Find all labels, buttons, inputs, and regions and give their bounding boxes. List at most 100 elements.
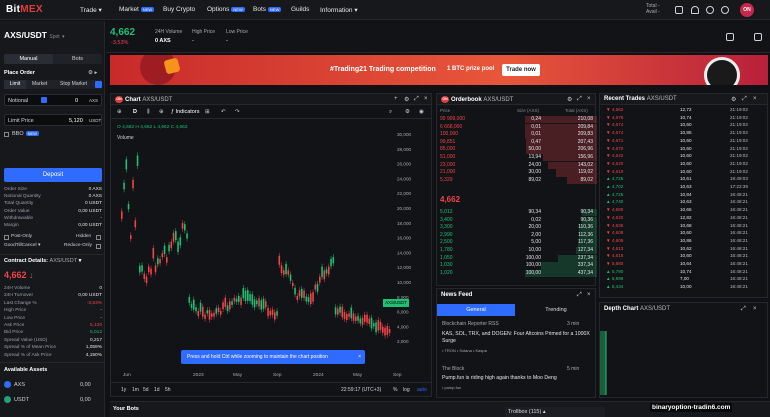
close-icon[interactable]: × — [753, 306, 757, 312]
wallet-icon[interactable] — [675, 6, 683, 14]
bell-icon[interactable] — [691, 6, 699, 14]
timeframe-button[interactable]: 1m — [132, 387, 139, 393]
nav-buy-crypto[interactable]: Buy Crypto — [163, 6, 195, 13]
order-settings-icon[interactable]: ⚙ ▸ — [88, 70, 97, 76]
bid-row[interactable]: 5,012 90,34 90,34 — [437, 209, 597, 217]
ask-row[interactable]: 85,000 50,00 206,96 — [437, 146, 597, 154]
hidden-checkbox[interactable] — [96, 235, 101, 240]
news-tags: • pump.fun — [442, 385, 462, 390]
trade-now-button[interactable]: Trade now — [502, 64, 540, 76]
news-headline[interactable]: KAS, SOL, TRX, and DOGEN: Four Altcoins … — [442, 331, 592, 344]
user-icon[interactable] — [721, 6, 729, 14]
template-icon[interactable]: ⊞ — [205, 109, 210, 115]
your-bots-title[interactable]: Your Bots — [113, 406, 139, 412]
avatar[interactable]: ON — [740, 3, 754, 17]
ask-row[interactable]: 23,000 24,00 143,02 — [437, 161, 597, 169]
symbol-selector[interactable]: AXS/USDT Spot ▾ — [4, 30, 65, 40]
close-icon[interactable]: × — [424, 96, 428, 102]
bid-row[interactable]: 1,020 100,00 437,34 — [437, 269, 597, 278]
plus-circle-icon[interactable]: ⊕ — [117, 109, 122, 115]
post-only-checkbox[interactable] — [4, 235, 9, 240]
notional-input[interactable]: Notional 0 AXS — [4, 94, 102, 106]
close-icon[interactable]: × — [587, 96, 591, 102]
close-icon[interactable]: × — [753, 96, 757, 102]
tab-market[interactable]: Market — [32, 81, 47, 87]
trollbox-tab[interactable]: Trollbox (115) ▴ — [505, 407, 605, 417]
bid-row[interactable]: 1,030 100,00 337,34 — [437, 262, 597, 270]
ask-row[interactable]: 51,000 13,94 156,96 — [437, 154, 597, 162]
ask-row[interactable]: 21,000 30,00 119,02 — [437, 169, 597, 177]
undo-icon[interactable]: ↶ — [221, 109, 226, 115]
timeframe-button[interactable]: 5h — [165, 387, 171, 393]
expand-icon[interactable]: ⤢ — [577, 96, 582, 103]
candle — [217, 307, 220, 312]
redo-icon[interactable]: ↷ — [235, 109, 240, 115]
expand-icon[interactable]: ⤢ — [577, 292, 582, 299]
nav-bots[interactable]: Bots NEW — [253, 6, 282, 13]
expand-icon[interactable]: ⤢ — [741, 306, 746, 313]
nav-options[interactable]: Options NEW — [207, 6, 245, 13]
indicators-button[interactable]: ƒ Indicators — [171, 109, 199, 115]
ask-row[interactable]: 99,851 0,47 207,43 — [437, 138, 597, 147]
candle — [262, 298, 265, 309]
ask-row[interactable]: 100,000 0,01 209,83 — [437, 131, 597, 139]
add-icon[interactable]: + — [394, 96, 398, 102]
ask-row[interactable]: 99 999,000 0,24 210,08 — [437, 116, 597, 124]
trade-time: 16:48:21 — [730, 245, 748, 251]
ask-row[interactable]: 6 668,000 0,01 209,84 — [437, 123, 597, 131]
expand-icon[interactable]: ⤢ — [414, 96, 419, 103]
timeframe-button[interactable]: 5d — [143, 387, 149, 393]
tooltip-close-icon[interactable]: × — [358, 350, 361, 364]
order-type-more-icon[interactable] — [95, 81, 102, 88]
bid-row[interactable]: 3,300 20,00 110,36 — [437, 224, 597, 232]
bid-row[interactable]: 2,500 5,00 117,36 — [437, 239, 597, 247]
news-headline[interactable]: Pump.fun is riding high again thanks to … — [442, 375, 592, 382]
bid-row[interactable]: 2,990 2,00 112,36 — [437, 231, 597, 240]
log-toggle[interactable]: log — [403, 387, 410, 393]
tab-limit[interactable]: Limit — [4, 80, 26, 89]
promo-banner[interactable]: #Trading21 Trading competition 1 BTC pri… — [110, 55, 768, 85]
expand-icon[interactable]: ⤢ — [742, 96, 747, 103]
nav-market[interactable]: Market NEW — [119, 6, 155, 13]
nav-guilds[interactable]: Guilds — [291, 6, 309, 13]
nav-information[interactable]: Information ▾ — [320, 6, 358, 14]
y-tick-label: 24,000 — [397, 176, 411, 181]
tab-trending[interactable]: Trending — [517, 304, 595, 316]
tab-manual[interactable]: Manual — [4, 54, 53, 64]
candle-type-icon[interactable]: ⫼ — [147, 109, 150, 116]
candle — [348, 313, 350, 317]
settings-icon[interactable] — [706, 6, 714, 14]
tab-bots[interactable]: Bots — [53, 54, 102, 64]
contract-details-title[interactable]: Contract Details: AXS/USDT ▾ — [4, 258, 81, 264]
interval-select[interactable]: D — [133, 109, 137, 115]
compare-icon[interactable]: ⊕ — [159, 109, 164, 115]
timeframe-button[interactable]: 1d — [154, 387, 160, 393]
price-chart[interactable]: 30,000 28,000 26,000 24,000 22,000 20,000 18,0… — [111, 120, 431, 372]
limit-price-input[interactable]: Limit Price 5,120 USDT — [4, 114, 102, 126]
auto-toggle[interactable]: auto — [417, 387, 427, 393]
timeframe-button[interactable]: 1y — [121, 387, 126, 393]
search-icon[interactable]: ⌕ — [389, 109, 392, 116]
keyboard-icon[interactable] — [726, 33, 734, 41]
bid-row[interactable]: 1,050 100,00 237,34 — [437, 254, 597, 262]
close-icon[interactable]: × — [587, 292, 591, 298]
chart-settings-icon[interactable]: ⚙ — [405, 109, 410, 115]
gear-icon[interactable]: ⚙ — [567, 96, 572, 103]
bid-row[interactable]: 1,780 10,00 127,34 — [437, 247, 597, 255]
deposit-button[interactable]: Deposit — [4, 168, 102, 182]
percent-toggle[interactable]: % — [393, 387, 397, 393]
ask-row[interactable]: 5,329 89,02 89,02 — [437, 176, 597, 185]
tab-general[interactable]: General — [437, 304, 515, 316]
time-in-force-select[interactable]: GoodTillCancel ▾ — [4, 243, 40, 248]
bid-row[interactable]: 3,400 0,02 90,36 — [437, 216, 597, 224]
layout-icon[interactable] — [754, 33, 762, 41]
tab-stop-market[interactable]: Stop Market — [60, 81, 87, 87]
gear-icon[interactable]: ⚙ — [731, 96, 736, 103]
gear-icon[interactable]: ⚙ — [404, 96, 409, 103]
nav-trade[interactable]: Trade ▾ — [80, 6, 102, 14]
bbo-checkbox[interactable] — [4, 132, 9, 137]
bitmex-logo[interactable]: BitMEX — [6, 4, 43, 15]
trade-row: ▼ 5,880 10,64 16:48:21 — [600, 261, 765, 267]
reduce-only-checkbox[interactable] — [96, 244, 101, 249]
camera-icon[interactable]: ◉ — [419, 109, 424, 115]
